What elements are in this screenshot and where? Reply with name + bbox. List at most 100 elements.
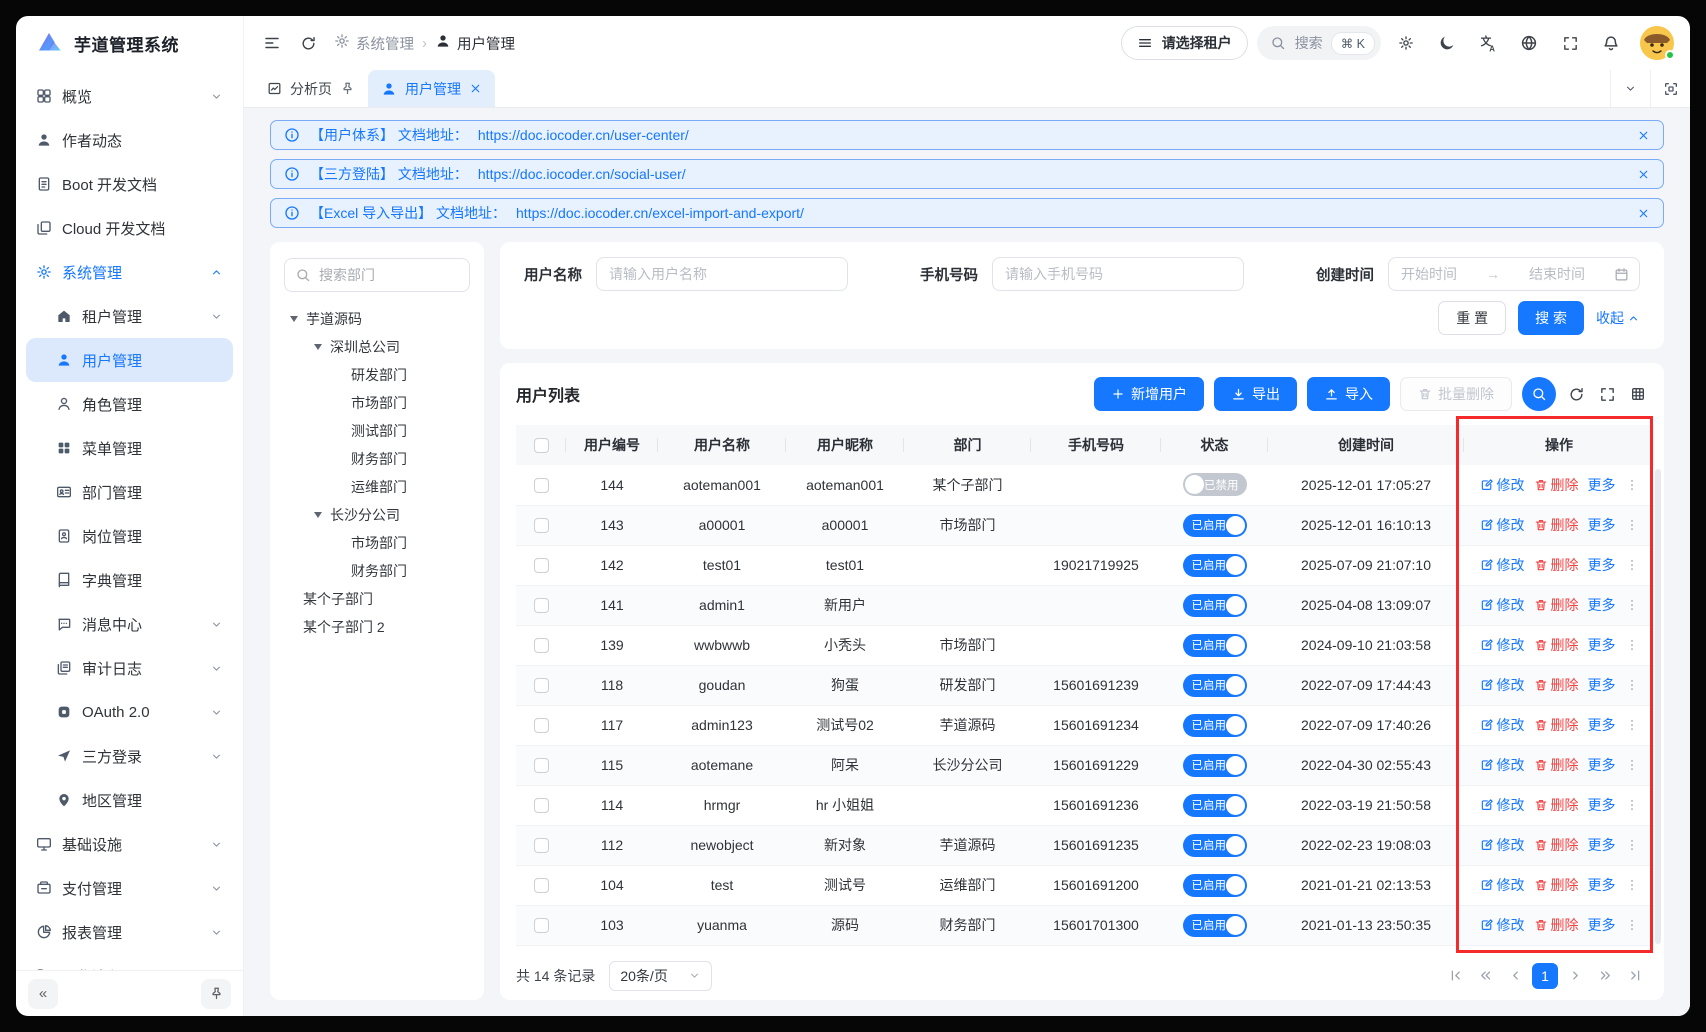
sidebar-item-area[interactable]: 地区管理 bbox=[26, 778, 233, 822]
notifications-bell-icon[interactable] bbox=[1595, 27, 1627, 59]
tree-node[interactable]: 运维部门 bbox=[284, 473, 470, 501]
username-input[interactable]: 请输入用户名称 bbox=[596, 257, 848, 291]
sidebar-collapse-button[interactable]: « bbox=[28, 979, 58, 1009]
more-action[interactable]: 更多 bbox=[1588, 795, 1616, 815]
more-vert-icon[interactable] bbox=[1625, 678, 1639, 692]
edit-action[interactable]: 修改 bbox=[1480, 915, 1525, 935]
edit-action[interactable]: 修改 bbox=[1480, 715, 1525, 735]
sidebar-item-social[interactable]: 三方登录 bbox=[26, 734, 233, 778]
more-action[interactable]: 更多 bbox=[1588, 555, 1616, 575]
pagination-next-button[interactable] bbox=[1562, 963, 1588, 989]
tab-close-icon[interactable] bbox=[469, 82, 482, 95]
row-checkbox[interactable] bbox=[534, 678, 549, 693]
more-action[interactable]: 更多 bbox=[1588, 675, 1616, 695]
alert-close-icon[interactable] bbox=[1637, 207, 1650, 220]
sidebar-item-infra[interactable]: 基础设施 bbox=[26, 822, 233, 866]
tree-node[interactable]: 长沙分公司 bbox=[284, 501, 470, 529]
delete-action[interactable]: 删除 bbox=[1534, 715, 1579, 735]
delete-action[interactable]: 删除 bbox=[1534, 515, 1579, 535]
edit-action[interactable]: 修改 bbox=[1480, 595, 1525, 615]
sidebar-item-menu[interactable]: 菜单管理 bbox=[26, 426, 233, 470]
sidebar-item-workflow[interactable]: 工作流程 bbox=[26, 954, 233, 970]
status-toggle[interactable]: 已启用 bbox=[1183, 794, 1247, 817]
row-checkbox[interactable] bbox=[534, 478, 549, 493]
tree-node[interactable]: 财务部门 bbox=[284, 445, 470, 473]
delete-action[interactable]: 删除 bbox=[1534, 755, 1579, 775]
row-checkbox[interactable] bbox=[534, 798, 549, 813]
status-toggle[interactable]: 已启用 bbox=[1183, 834, 1247, 857]
tree-node[interactable]: 测试部门 bbox=[284, 417, 470, 445]
sidebar-item-oauth[interactable]: OAuth 2.0 bbox=[26, 690, 233, 734]
more-vert-icon[interactable] bbox=[1625, 838, 1639, 852]
sidebar-pin-button[interactable] bbox=[201, 979, 231, 1009]
alert-close-icon[interactable] bbox=[1637, 168, 1650, 181]
pagination-prev-fast-button[interactable] bbox=[1472, 963, 1498, 989]
edit-action[interactable]: 修改 bbox=[1480, 515, 1525, 535]
sidebar-item-audit[interactable]: 审计日志 bbox=[26, 646, 233, 690]
sidebar-item-report[interactable]: 报表管理 bbox=[26, 910, 233, 954]
import-button[interactable]: 导入 bbox=[1307, 377, 1390, 411]
row-checkbox[interactable] bbox=[534, 878, 549, 893]
edit-action[interactable]: 修改 bbox=[1480, 475, 1525, 495]
batch-delete-button[interactable]: 批量删除 bbox=[1400, 377, 1512, 411]
user-avatar[interactable] bbox=[1640, 26, 1674, 60]
more-vert-icon[interactable] bbox=[1625, 798, 1639, 812]
delete-action[interactable]: 删除 bbox=[1534, 635, 1579, 655]
more-vert-icon[interactable] bbox=[1625, 758, 1639, 772]
status-toggle[interactable]: 已启用 bbox=[1183, 714, 1247, 737]
pin-icon[interactable] bbox=[340, 81, 355, 96]
settings-gear-icon[interactable] bbox=[1390, 27, 1422, 59]
refresh-icon[interactable] bbox=[292, 27, 324, 59]
date-range-input[interactable]: 开始时间 → 结束时间 bbox=[1388, 257, 1640, 291]
row-checkbox[interactable] bbox=[534, 558, 549, 573]
dept-search-input[interactable]: 搜索部门 bbox=[284, 258, 470, 292]
tree-caret-icon[interactable] bbox=[314, 512, 322, 518]
pagination-current-page[interactable]: 1 bbox=[1532, 963, 1558, 989]
sidebar-item-tenant[interactable]: 租户管理 bbox=[26, 294, 233, 338]
alert-doc-link[interactable]: https://doc.iocoder.cn/social-user/ bbox=[478, 166, 686, 182]
row-checkbox[interactable] bbox=[534, 918, 549, 933]
row-checkbox[interactable] bbox=[534, 838, 549, 853]
status-toggle[interactable]: 已启用 bbox=[1183, 874, 1247, 897]
sidebar-item-post[interactable]: 岗位管理 bbox=[26, 514, 233, 558]
more-vert-icon[interactable] bbox=[1625, 878, 1639, 892]
tree-caret-icon[interactable] bbox=[314, 344, 322, 350]
table-scrollbar[interactable] bbox=[1655, 469, 1661, 944]
tree-caret-icon[interactable] bbox=[290, 316, 298, 322]
more-action[interactable]: 更多 bbox=[1588, 515, 1616, 535]
edit-action[interactable]: 修改 bbox=[1480, 875, 1525, 895]
status-toggle[interactable]: 已启用 bbox=[1183, 754, 1247, 777]
mobile-input[interactable]: 请输入手机号码 bbox=[992, 257, 1244, 291]
tree-node[interactable]: 某个子部门 2 bbox=[284, 613, 470, 641]
more-action[interactable]: 更多 bbox=[1588, 875, 1616, 895]
tree-node[interactable]: 财务部门 bbox=[284, 557, 470, 585]
export-button[interactable]: 导出 bbox=[1214, 377, 1297, 411]
more-action[interactable]: 更多 bbox=[1588, 835, 1616, 855]
content-fullscreen-icon[interactable] bbox=[1650, 70, 1690, 107]
page-size-select[interactable]: 20条/页 bbox=[609, 961, 711, 991]
sidebar-item-cloud-docs[interactable]: Cloud 开发文档 bbox=[26, 206, 233, 250]
sidebar-item-boot-docs[interactable]: Boot 开发文档 bbox=[26, 162, 233, 206]
alert-close-icon[interactable] bbox=[1637, 129, 1650, 142]
sidebar-item-dict[interactable]: 字典管理 bbox=[26, 558, 233, 602]
more-action[interactable]: 更多 bbox=[1588, 635, 1616, 655]
status-toggle[interactable]: 已启用 bbox=[1183, 914, 1247, 937]
delete-action[interactable]: 删除 bbox=[1534, 475, 1579, 495]
tree-node[interactable]: 市场部门 bbox=[284, 529, 470, 557]
status-toggle[interactable]: 已启用 bbox=[1183, 514, 1247, 537]
status-toggle[interactable]: 已禁用 bbox=[1183, 473, 1247, 496]
edit-action[interactable]: 修改 bbox=[1480, 795, 1525, 815]
translate-icon[interactable]: 文A bbox=[1472, 27, 1504, 59]
tab-用户管理[interactable]: 用户管理 bbox=[368, 70, 495, 107]
alert-doc-link[interactable]: https://doc.iocoder.cn/user-center/ bbox=[478, 127, 689, 143]
collapse-filters-link[interactable]: 收起 bbox=[1596, 308, 1640, 328]
status-toggle[interactable]: 已启用 bbox=[1183, 554, 1247, 577]
status-toggle[interactable]: 已启用 bbox=[1183, 674, 1247, 697]
reset-button[interactable]: 重 置 bbox=[1438, 301, 1506, 335]
tab-分析页[interactable]: 分析页 bbox=[254, 70, 368, 107]
select-all-checkbox[interactable] bbox=[534, 438, 549, 453]
edit-action[interactable]: 修改 bbox=[1480, 635, 1525, 655]
more-vert-icon[interactable] bbox=[1625, 638, 1639, 652]
breadcrumb-item[interactable]: 用户管理 bbox=[435, 33, 515, 54]
edit-action[interactable]: 修改 bbox=[1480, 755, 1525, 775]
